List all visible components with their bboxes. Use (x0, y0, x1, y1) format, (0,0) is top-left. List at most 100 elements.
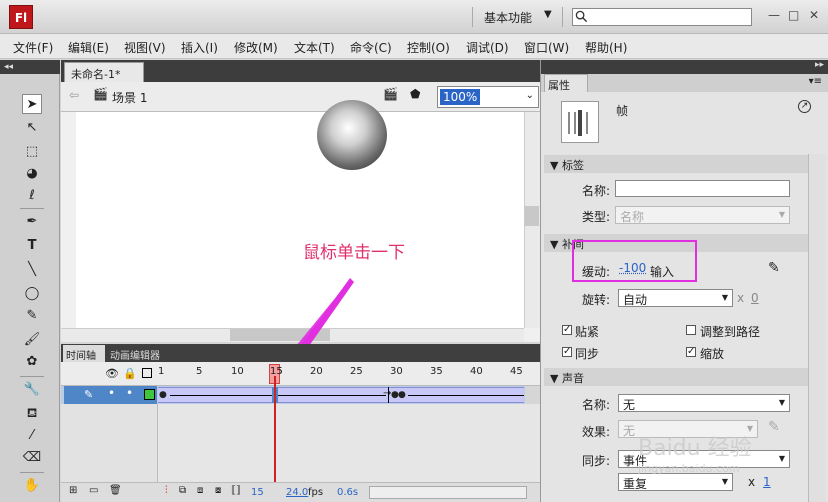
menu-help[interactable]: 帮助(H) (585, 39, 627, 56)
divider (20, 472, 44, 473)
orient-to-path-checkbox[interactable] (686, 325, 696, 335)
deco-tool-icon[interactable]: ✿ (22, 352, 42, 372)
new-layer-icon[interactable]: ⊞ (69, 485, 77, 496)
keyframe[interactable]: ● (398, 390, 406, 400)
subselection-tool-icon[interactable]: ↖ (22, 118, 42, 138)
edit-ease-pencil-icon[interactable]: ✎ (768, 260, 780, 276)
scale-checkbox[interactable]: ✓ (686, 347, 696, 357)
document-tab[interactable]: 未命名-1* ✕ (64, 62, 144, 95)
lock-icon[interactable]: 🔒 (123, 367, 137, 380)
fps-unit: fps (308, 487, 324, 498)
oval-tool-icon[interactable]: ◯ (22, 284, 42, 304)
delete-icon[interactable]: 🗑 (109, 485, 122, 496)
name-label: 名称: (582, 184, 611, 198)
menu-edit[interactable]: 编辑(E) (68, 39, 109, 56)
eyedropper-tool-icon[interactable]: ⁄ (22, 426, 42, 446)
ball-graphic[interactable] (317, 100, 387, 170)
fps-readout[interactable]: 24.0 (286, 487, 308, 498)
panel-menu-icon[interactable]: ▾≡ (809, 76, 822, 87)
bone-tool-icon[interactable]: 🔧 (22, 380, 42, 400)
scene-clapper-icon: 🎬 (93, 87, 108, 101)
visible-dot[interactable]: • (108, 386, 115, 400)
edit-scene-icon[interactable]: 🎬 (383, 87, 398, 101)
text-tool-icon[interactable]: T (22, 236, 42, 256)
onion-outline-icon[interactable]: ⧈ (197, 485, 203, 496)
chevron-down-icon: ▼ (778, 398, 785, 407)
menu-debug[interactable]: 调试(D) (466, 39, 509, 56)
menu-insert[interactable]: 插入(I) (181, 39, 218, 56)
tools-panel-header[interactable]: ◂◂ (0, 60, 60, 74)
label-type-select[interactable]: 名称 ▼ (615, 206, 790, 224)
menu-modify[interactable]: 修改(M) (234, 39, 278, 56)
minimize-button[interactable]: — (768, 8, 780, 22)
new-folder-icon[interactable]: ▭ (89, 485, 98, 496)
back-arrow-icon[interactable]: ⇦ (69, 88, 79, 102)
sync-sound-label: 同步: (582, 454, 611, 468)
menu-file[interactable]: 文件(F) (13, 39, 53, 56)
restore-button[interactable]: □ (788, 8, 799, 22)
frame-type-icon (561, 101, 599, 143)
edit-symbols-icon[interactable]: ⬟ (410, 87, 420, 101)
snap-checkbox[interactable]: ✓ (562, 325, 572, 335)
center-frame-icon[interactable]: ⫶ (165, 485, 168, 496)
section-label[interactable]: ▼ 标签 (544, 155, 808, 173)
line-tool-icon[interactable]: ╲ (22, 260, 42, 280)
hand-tool-icon[interactable]: ✋ (22, 476, 42, 496)
help-arrow-icon[interactable]: ↗ (798, 100, 811, 113)
close-button[interactable]: ✕ (809, 8, 819, 22)
scrollbar-thumb[interactable] (525, 206, 539, 226)
pencil-tool-icon[interactable]: ✎ (22, 306, 42, 326)
selection-tool-icon[interactable]: ➤ (22, 94, 42, 114)
section-sound[interactable]: ▼ 声音 (544, 368, 808, 386)
lasso-tool-icon[interactable]: ℓ (22, 186, 42, 206)
effect-label: 效果: (582, 425, 611, 439)
workspace-switcher[interactable]: 基本功能 (484, 9, 532, 26)
keyframe[interactable]: ● (159, 390, 167, 400)
onion-skin-icon[interactable]: ⧉ (179, 485, 186, 496)
tab-motion-editor[interactable]: 动画编辑器 (107, 345, 167, 362)
onion-markers-icon[interactable]: ⟦⟧ (231, 485, 241, 496)
layer-1[interactable]: ✎ • • (64, 386, 157, 404)
menu-commands[interactable]: 命令(C) (350, 39, 392, 56)
frame-number: 25 (350, 366, 363, 377)
eye-icon[interactable]: 👁 (105, 367, 119, 380)
effect-value: 无 (623, 424, 636, 438)
pen-tool-icon[interactable]: ✒ (22, 212, 42, 232)
menu-text[interactable]: 文本(T) (294, 39, 335, 56)
help-search-input[interactable] (572, 8, 752, 26)
rotate-select[interactable]: 自动 ▼ (618, 289, 733, 307)
3d-rotation-tool-icon[interactable]: ◕ (22, 164, 42, 184)
frame-name-input[interactable] (615, 180, 790, 197)
ease-direction: 输入 (650, 265, 675, 279)
sound-name-select[interactable]: 无 ▼ (618, 394, 790, 412)
chevron-down-icon[interactable]: ▼ (544, 9, 552, 20)
tab-timeline[interactable]: 时间轴 (63, 345, 105, 362)
sync-checkbox[interactable]: ✓ (562, 347, 572, 357)
tools-panel: ➤ ↖ ⬚ ◕ ℓ ✒ T ╲ ◯ ✎ 🖌 ✿ 🔧 ⛾ ⁄ ⌫ ✋ (0, 60, 60, 502)
zoom-select[interactable]: 100% ⌄ (437, 86, 539, 108)
watermark-logo: Baidu 经验 (638, 436, 752, 461)
brush-tool-icon[interactable]: 🖌 (22, 330, 42, 350)
menu-window[interactable]: 窗口(W) (524, 39, 569, 56)
frame-divider (388, 387, 389, 403)
eraser-tool-icon[interactable]: ⌫ (22, 448, 42, 468)
outline-icon[interactable] (142, 368, 152, 378)
menu-control[interactable]: 控制(O) (407, 39, 450, 56)
sync-label: 同步 (575, 347, 600, 361)
paint-bucket-tool-icon[interactable]: ⛾ (22, 404, 42, 424)
menu-view[interactable]: 视图(V) (124, 39, 166, 56)
playhead[interactable] (274, 376, 276, 482)
tween-frames[interactable]: ● → ● ● (158, 387, 524, 403)
type-label: 类型: (582, 210, 611, 224)
free-transform-tool-icon[interactable]: ⬚ (22, 142, 42, 162)
rotate-count[interactable]: 0 (751, 291, 759, 305)
tab-properties[interactable]: 属性 (544, 74, 588, 92)
collapse-icon[interactable]: ▸▸ (815, 60, 824, 70)
edit-multiple-icon[interactable]: ⧇ (215, 485, 221, 496)
timeline-horizontal-scrollbar[interactable] (369, 486, 527, 499)
lock-dot[interactable]: • (126, 386, 133, 400)
properties-panel-header[interactable]: ▸▸ (541, 60, 828, 74)
scene-name[interactable]: 场景 1 (112, 89, 147, 106)
ease-value[interactable]: -100 (619, 261, 646, 275)
layer-color-swatch[interactable] (144, 389, 155, 400)
